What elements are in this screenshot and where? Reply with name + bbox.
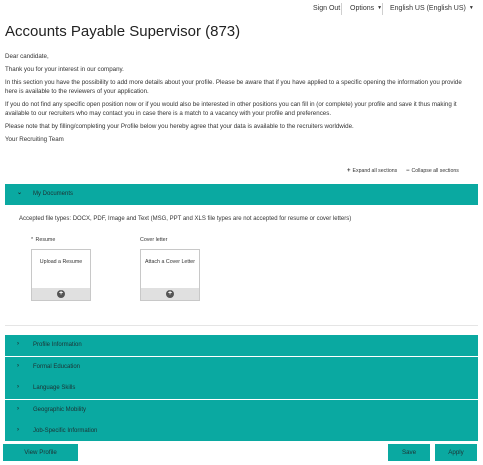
page-title: Accounts Payable Supervisor (873): [5, 23, 241, 40]
intro-paragraph: Please note that by filling/completing y…: [5, 123, 354, 130]
section-label: Geographic Mobility: [33, 407, 87, 413]
options-menu[interactable]: Options ▼: [350, 5, 382, 12]
section-job-specific-information[interactable]: › Job-Specific Information: [5, 421, 478, 442]
section-label: Profile Information: [33, 342, 82, 348]
section-geographic-mobility[interactable]: › Geographic Mobility: [5, 400, 478, 421]
add-icon[interactable]: +: [57, 290, 65, 298]
chevron-right-icon: ›: [17, 384, 19, 390]
language-selector[interactable]: English US (English US) ▼: [390, 5, 474, 12]
section-formal-education[interactable]: › Formal Education: [5, 357, 478, 378]
section-language-skills[interactable]: › Language Skills: [5, 378, 478, 399]
resume-upload-card[interactable]: Upload a Resume +: [31, 249, 91, 301]
intro-text: Dear candidate, Thank you for your inter…: [5, 52, 475, 144]
section-label: Job-Specific Information: [33, 428, 98, 434]
card-footer: +: [32, 288, 90, 300]
signoff-text: Your Recruiting Team: [5, 136, 64, 143]
collapse-all-link[interactable]: − Collapse all sections: [406, 168, 459, 174]
sign-out-link[interactable]: Sign Out: [313, 5, 340, 12]
view-profile-button[interactable]: View Profile: [3, 444, 78, 461]
options-label: Options: [350, 5, 375, 12]
resume-label: * Resume: [31, 237, 55, 243]
thanks-text: Thank you for your interest in our compa…: [5, 66, 124, 73]
cover-letter-upload-text: Attach a Cover Letter: [144, 259, 196, 265]
section-profile-information[interactable]: › Profile Information: [5, 335, 478, 356]
add-icon[interactable]: +: [166, 290, 174, 298]
plus-icon: +: [347, 168, 351, 174]
section-label: My Documents: [33, 191, 74, 197]
required-indicator: *: [31, 237, 34, 243]
footer-bar: View Profile Save Apply: [0, 441, 483, 465]
apply-button[interactable]: Apply: [435, 444, 477, 461]
minus-icon: −: [406, 168, 410, 174]
cover-letter-label: Cover letter: [140, 237, 168, 243]
accepted-file-types: Accepted file types: DOCX, PDF, Image an…: [19, 216, 352, 222]
section-label: Formal Education: [33, 364, 81, 370]
resume-label-text: Resume: [35, 237, 56, 243]
chevron-right-icon: ›: [17, 427, 19, 433]
expand-all-label: Expand all sections: [352, 168, 398, 174]
nav-divider: [341, 3, 342, 15]
intro-paragraph: If you do not find any specific open pos…: [5, 101, 457, 117]
section-label: Language Skills: [33, 385, 76, 391]
divider: [5, 325, 478, 326]
top-navigation: Sign Out Options ▼ English US (English US…: [0, 0, 483, 20]
chevron-down-icon: ⌄: [17, 190, 23, 196]
chevron-right-icon: ›: [17, 406, 19, 412]
collapse-all-label: Collapse all sections: [411, 168, 459, 174]
resume-upload-text: Upload a Resume: [39, 259, 83, 265]
card-footer: +: [141, 288, 199, 300]
chevron-down-icon: ▼: [468, 5, 474, 11]
expand-all-link[interactable]: + Expand all sections: [347, 168, 397, 174]
intro-paragraph: In this section you have the possibility…: [5, 79, 462, 95]
chevron-right-icon: ›: [17, 363, 19, 369]
chevron-right-icon: ›: [17, 341, 19, 347]
save-button[interactable]: Save: [388, 444, 430, 461]
section-my-documents[interactable]: ⌄ My Documents: [5, 184, 478, 205]
nav-divider: [382, 3, 383, 15]
cover-letter-upload-card[interactable]: Attach a Cover Letter +: [140, 249, 200, 301]
greeting-text: Dear candidate,: [5, 53, 49, 60]
language-label: English US (English US): [390, 5, 466, 12]
